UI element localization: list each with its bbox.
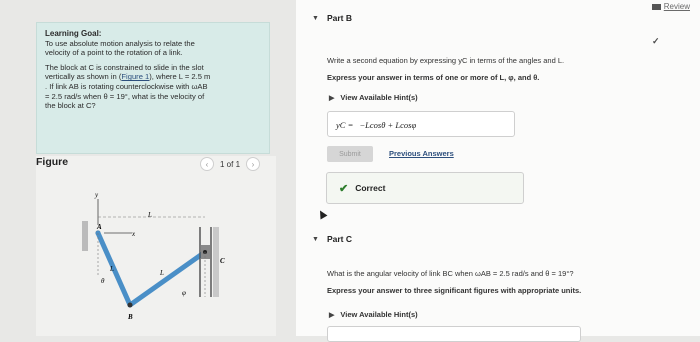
dim-label-top: L — [147, 211, 152, 219]
expand-triangle-icon: ▶ — [329, 94, 335, 102]
figure-pager: ‹ 1 of 1 › — [200, 157, 261, 171]
submit-button[interactable]: Submit — [327, 146, 373, 162]
collapse-triangle-icon: ▼ — [312, 235, 319, 243]
figure-label: Figure — [36, 156, 69, 168]
check-icon: ✔ — [339, 182, 349, 195]
slot-support — [213, 227, 219, 297]
problem-line: . If link AB is rotating counterclockwis… — [45, 81, 208, 91]
review-link[interactable]: Review — [651, 2, 690, 11]
goal-text-line: To use absolute motion analysis to relat… — [45, 38, 195, 48]
link-AB — [95, 230, 133, 308]
goal-text-line: velocity of a point to the rotation of a… — [45, 48, 183, 58]
problem-text: vertically as shown in ( — [45, 72, 122, 82]
phi-label: φ — [182, 289, 186, 297]
problem-text: ), where L = 2.5 m — [149, 72, 211, 82]
previous-answers-link[interactable]: Previous Answers — [389, 149, 454, 158]
answer-box[interactable]: yC = −Lcosθ + Lcosφ — [327, 111, 515, 137]
prev-figure-button[interactable]: ‹ — [200, 157, 214, 171]
view-hints-link[interactable]: ▶ View Available Hint(s) — [329, 310, 418, 319]
view-hints-label: View Available Hint(s) — [340, 93, 418, 102]
view-hints-link[interactable]: ▶ View Available Hint(s) — [329, 93, 418, 102]
learning-goal-title: Learning Goal: — [45, 29, 102, 38]
wall-support — [82, 221, 88, 251]
part-b-express: Express your answer in terms of one or m… — [327, 73, 540, 82]
link-AB-label: L — [109, 265, 114, 273]
learning-goal-box: Learning Goal: To use absolute motion an… — [36, 22, 270, 154]
answer-value: −Lcosθ + Lcosφ — [359, 120, 417, 130]
link-BC — [127, 249, 208, 308]
problem-line: the block at C? — [45, 101, 96, 111]
collapse-triangle-icon: ▼ — [312, 14, 319, 22]
part-c-express: Express your answer to three significant… — [327, 286, 582, 295]
part-b-title: Part B — [326, 13, 352, 23]
correct-feedback: ✔ Correct — [326, 172, 524, 204]
part-c-title: Part C — [326, 234, 352, 244]
point-C-label: C — [220, 257, 225, 265]
review-icon — [651, 3, 661, 10]
point-A-label: A — [96, 223, 102, 231]
mechanism-figure: y x L A L L θ B C φ — [82, 191, 225, 321]
next-figure-button[interactable]: › — [246, 157, 261, 171]
view-hints-label: View Available Hint(s) — [340, 310, 418, 319]
figure-link[interactable]: Figure 1 — [121, 72, 149, 81]
problem-line: The block at C is constrained to slide i… — [45, 62, 204, 72]
part-c-header[interactable]: ▼ Part C — [312, 234, 352, 244]
part-c-answer-input[interactable] — [327, 326, 581, 342]
theta-label: θ — [101, 277, 105, 285]
part-c-question: What is the angular velocity of link BC … — [327, 269, 574, 278]
part-b-instruction: Write a second equation by expressing yC… — [327, 56, 565, 65]
problem-line: vertically as shown in (Figure 1), where… — [45, 72, 261, 82]
y-axis-label: y — [94, 191, 99, 199]
point-B-label: B — [127, 313, 133, 321]
pin-B — [127, 302, 133, 308]
expand-triangle-icon: ▶ — [329, 311, 335, 319]
pager-text: 1 of 1 — [220, 159, 241, 169]
x-axis-label: x — [131, 230, 136, 238]
link-BC-label: L — [159, 269, 164, 277]
problem-line: = 2.5 rad/s when θ = 19°, what is the ve… — [45, 91, 205, 101]
review-label: Review — [663, 2, 690, 11]
correct-label: Correct — [355, 183, 386, 193]
part-b-header[interactable]: ▼ Part B — [312, 13, 352, 23]
answer-lhs: yC = — [336, 120, 354, 130]
checkmark-icon: ✓ — [652, 36, 660, 46]
